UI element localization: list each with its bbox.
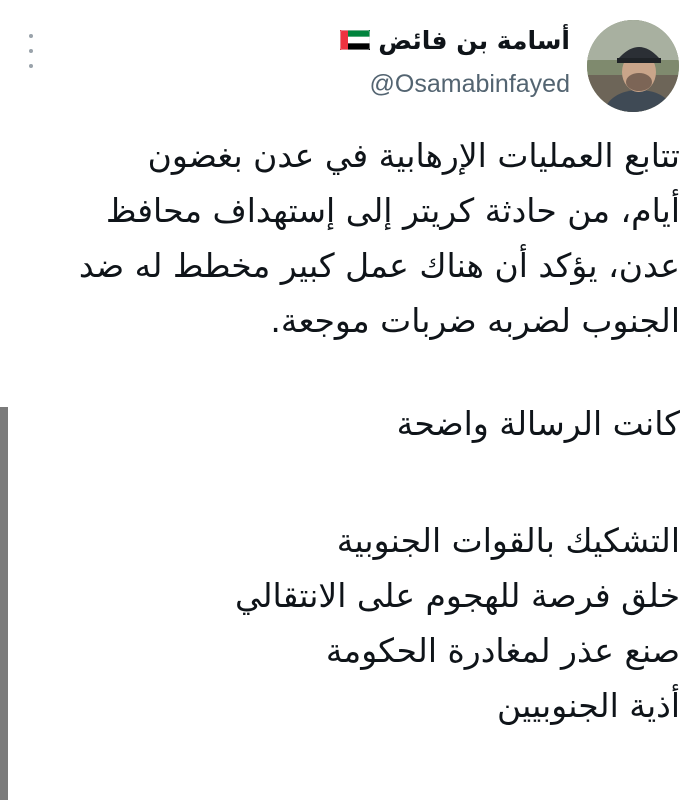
tweet-list-item: أذية الجنوبيين xyxy=(497,686,680,725)
author-display-name[interactable]: أسامة بن فائض xyxy=(378,26,570,55)
more-options-button[interactable] xyxy=(22,34,40,68)
more-options-dot xyxy=(29,64,33,68)
left-edge-strip xyxy=(0,407,8,800)
author-handle[interactable]: @Osamabinfayed xyxy=(150,70,570,99)
author-name-row: أسامة بن فائض xyxy=(150,20,570,60)
tweet-list-item: صنع عذر لمغادرة الحكومة xyxy=(325,631,680,670)
more-options-dot xyxy=(29,49,33,53)
tweet-line: أيام، من حادثة كريتر إلى إستهداف محافظ xyxy=(105,191,680,230)
author-header: أسامة بن فائض @Osamabinfayed xyxy=(150,20,570,99)
tweet-text: تتابع العمليات الإرهابية في عدن بغضون أي… xyxy=(15,128,680,733)
user-avatar[interactable] xyxy=(587,20,679,112)
tweet-line: الجنوب لضربه ضربات موجعة. xyxy=(270,301,680,340)
more-options-icon xyxy=(29,34,33,38)
tweet-list-item: التشكيك بالقوات الجنوبية xyxy=(336,521,680,560)
tweet-line: كانت الرسالة واضحة xyxy=(396,404,680,443)
uae-flag-icon xyxy=(340,30,371,50)
tweet-line: عدن، يؤكد أن هناك عمل كبير مخطط له ضد xyxy=(78,246,680,285)
tweet-list-item: خلق فرصة للهجوم على الانتقالي xyxy=(234,576,680,615)
tweet-line: تتابع العمليات الإرهابية في عدن بغضون xyxy=(147,136,680,175)
